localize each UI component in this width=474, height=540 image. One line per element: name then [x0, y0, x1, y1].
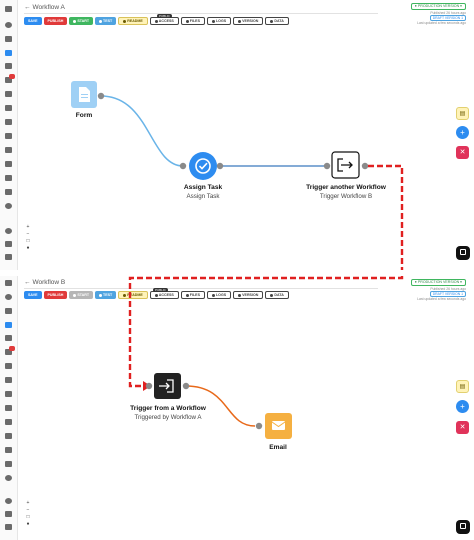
tools-icon[interactable]: ✕ [456, 421, 469, 434]
workflow-a-canvas[interactable] [0, 0, 474, 270]
fit-view-button[interactable]: □ [25, 514, 31, 521]
trigger-from-in-handle[interactable] [145, 382, 153, 390]
lock-button[interactable]: ● [25, 245, 31, 252]
cross-workflow-connector-top [368, 164, 404, 270]
edge-form-assign [100, 95, 184, 167]
trigger-another-label: Trigger another Workflow [306, 184, 386, 191]
trigger-from-label: Trigger from a Workflow [130, 405, 206, 412]
trigger-from-out-handle[interactable] [182, 382, 190, 390]
plus-icon[interactable]: + [456, 400, 469, 413]
trigger-another-in-handle[interactable] [323, 162, 331, 170]
assign-out-handle[interactable] [216, 162, 224, 170]
trigger-from-sublabel: Triggered by Workflow A [134, 414, 202, 421]
lock-button[interactable]: ● [25, 521, 31, 528]
chat-icon[interactable] [456, 246, 470, 260]
tools-icon[interactable]: ✕ [456, 146, 469, 159]
plus-icon[interactable]: + [456, 126, 469, 139]
assign-in-handle[interactable] [179, 162, 187, 170]
sticky-note-icon[interactable]: ▤ [456, 380, 469, 393]
sticky-note-icon[interactable]: ▤ [456, 107, 469, 120]
fit-view-button[interactable]: □ [25, 238, 31, 245]
zoom-controls: + − □ ● [25, 224, 31, 252]
trigger-another-out-handle[interactable] [361, 162, 369, 170]
zoom-out-button[interactable]: − [25, 231, 31, 238]
trigger-another-sublabel: Trigger Workflow B [319, 193, 373, 200]
email-label: Email [269, 444, 287, 451]
workflow-a-panel: ← Workflow A SAVE PUBLISH START TEST READ… [0, 0, 474, 270]
workflow-b-panel: ← Workflow B SAVE PUBLISH START TEST READ… [0, 276, 474, 540]
email-in-handle[interactable] [255, 422, 263, 430]
cross-workflow-connector-bottom [128, 276, 404, 388]
assign-task-label: Assign Task [183, 184, 223, 191]
zoom-controls: + − □ ● [25, 500, 31, 528]
assign-task-node[interactable] [189, 152, 217, 180]
zoom-out-button[interactable]: − [25, 507, 31, 514]
form-node-label: Form [75, 112, 93, 119]
workflow-b-canvas[interactable] [0, 276, 474, 540]
chat-icon[interactable] [456, 520, 470, 534]
zoom-in-button[interactable]: + [25, 224, 31, 231]
zoom-in-button[interactable]: + [25, 500, 31, 507]
assign-task-sublabel: Assign Task [186, 193, 220, 200]
form-out-handle[interactable] [97, 92, 105, 100]
envelope-icon [271, 421, 286, 430]
